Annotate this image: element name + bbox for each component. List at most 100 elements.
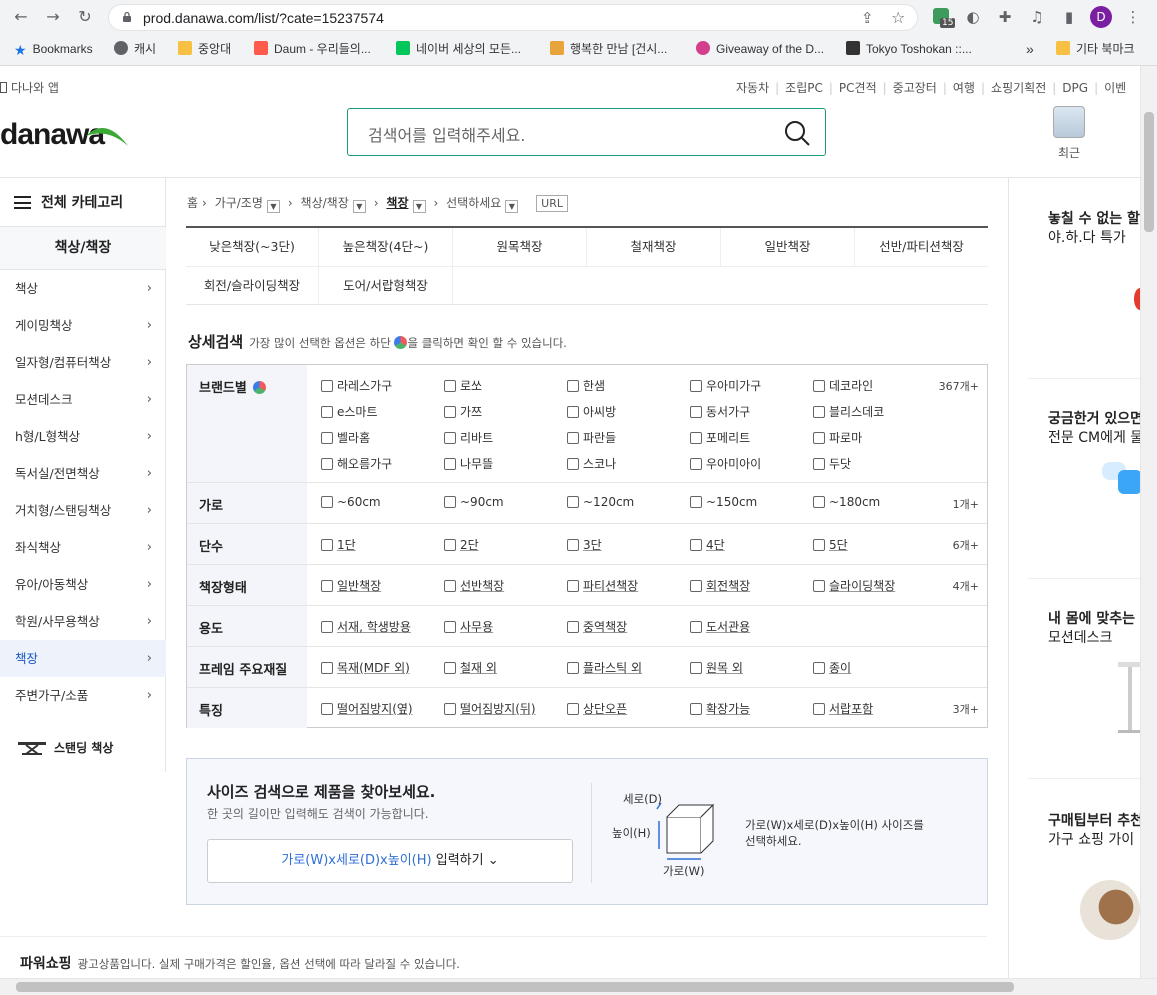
checkbox[interactable] — [321, 621, 333, 633]
subcategory-link[interactable]: 회전/슬라이딩책장 — [186, 267, 319, 305]
filter-option[interactable]: 선반책장 — [444, 577, 504, 594]
reload-icon[interactable]: ↻ — [74, 6, 96, 28]
checkbox[interactable] — [567, 580, 579, 592]
checkbox[interactable] — [813, 458, 825, 470]
checkbox[interactable] — [690, 539, 702, 551]
bookmarks-more-button[interactable]: » — [1026, 40, 1034, 58]
filter-option[interactable]: e스마트 — [321, 403, 378, 420]
bookmark-item[interactable]: 중앙대 — [178, 40, 231, 58]
subcategory-link[interactable]: 도어/서랍형책장 — [319, 267, 453, 305]
filter-option[interactable]: 두닷 — [813, 455, 851, 472]
subcategory-link[interactable]: 철재책장 — [587, 228, 721, 266]
checkbox[interactable] — [567, 539, 579, 551]
filter-option[interactable]: 슬라이딩책장 — [813, 577, 895, 594]
filter-option[interactable]: 종이 — [813, 659, 851, 676]
subcategory-link[interactable]: 선반/파티션책장 — [855, 228, 988, 266]
sidebar-item[interactable]: 책상 › — [0, 270, 166, 307]
checkbox[interactable] — [321, 432, 333, 444]
checkbox[interactable] — [567, 662, 579, 674]
checkbox[interactable] — [444, 539, 456, 551]
filter-option[interactable]: ~60cm — [321, 495, 381, 509]
filter-option[interactable]: 원목 외 — [690, 659, 743, 676]
subcategory-link[interactable]: 낮은책장(~3단) — [186, 228, 319, 266]
checkbox[interactable] — [444, 580, 456, 592]
chevron-down-icon[interactable]: ▼ — [352, 200, 366, 213]
filter-option[interactable]: ~150cm — [690, 495, 757, 509]
filter-more-button[interactable]: 367개+ — [939, 378, 979, 394]
checkbox[interactable] — [690, 580, 702, 592]
filter-option[interactable]: 사무용 — [444, 618, 493, 635]
sidebar-item[interactable]: 모션데스크 › — [0, 381, 166, 418]
checkbox[interactable] — [690, 496, 702, 508]
url-copy-button[interactable]: URL — [536, 195, 568, 212]
util-link[interactable]: PC견적 — [839, 81, 877, 95]
checkbox[interactable] — [690, 621, 702, 633]
checkbox[interactable] — [567, 621, 579, 633]
menu-icon[interactable]: ⋮ — [1124, 8, 1142, 26]
checkbox[interactable] — [321, 662, 333, 674]
breadcrumb-l1[interactable]: 가구/조명 — [215, 196, 263, 210]
address-bar[interactable]: prod.danawa.com/list/?cate=15237574 ⇪ ☆ — [108, 4, 918, 31]
sidebar-item[interactable]: 유아/아동책상 › — [0, 566, 166, 603]
util-link[interactable]: 쇼핑기획전 — [991, 81, 1046, 95]
sidepanel-icon[interactable]: ▮ — [1060, 8, 1078, 26]
checkbox[interactable] — [813, 703, 825, 715]
promo-banner-2[interactable]: 궁금한거 있으면 전문 CM에게 물 — [1048, 410, 1140, 448]
share-icon[interactable]: ⇪ — [861, 9, 874, 27]
checkbox[interactable] — [813, 432, 825, 444]
app-link[interactable]: 다나와 앱 — [0, 79, 59, 96]
vertical-scrollbar[interactable] — [1140, 66, 1157, 978]
checkbox[interactable] — [321, 458, 333, 470]
sidebar-item[interactable]: 주변가구/소품 › — [0, 677, 166, 714]
bookmark-item[interactable]: Daum - 우리들의... — [254, 40, 371, 58]
filter-option[interactable]: 스코나 — [567, 455, 616, 472]
all-categories-button[interactable]: 전체 카테고리 — [14, 192, 123, 212]
checkbox[interactable] — [567, 406, 579, 418]
filter-option[interactable]: 서랍포함 — [813, 700, 873, 717]
size-input-button[interactable]: 가로(W)x세로(D)x높이(H) 입력하기 ⌄ — [207, 839, 573, 883]
util-link[interactable]: 자동차 — [736, 81, 769, 95]
checkbox[interactable] — [321, 496, 333, 508]
checkbox[interactable] — [813, 580, 825, 592]
checkbox[interactable] — [444, 432, 456, 444]
breadcrumb-home[interactable]: 홈 — [187, 196, 198, 210]
filter-option[interactable]: 2단 — [444, 536, 479, 553]
filter-option[interactable]: 도서관용 — [690, 618, 750, 635]
filter-option[interactable]: 파로마 — [813, 429, 862, 446]
bookmark-item[interactable]: Giveaway of the D... — [696, 40, 824, 58]
scroll-thumb[interactable] — [16, 982, 1014, 992]
filter-more-button[interactable]: 1개+ — [953, 496, 979, 512]
filter-option[interactable]: 리바트 — [444, 429, 493, 446]
util-link[interactable]: DPG — [1062, 81, 1088, 95]
checkbox[interactable] — [567, 703, 579, 715]
back-icon[interactable]: ← — [10, 6, 32, 28]
checkbox[interactable] — [444, 406, 456, 418]
checkbox[interactable] — [444, 621, 456, 633]
checkbox[interactable] — [567, 380, 579, 392]
filter-option[interactable]: 동서가구 — [690, 403, 750, 420]
filter-option[interactable]: 가쯔 — [444, 403, 482, 420]
filter-option[interactable]: 확장가능 — [690, 700, 750, 717]
profile-avatar[interactable]: D — [1090, 6, 1112, 28]
horizontal-scrollbar[interactable] — [0, 978, 1157, 995]
filter-option[interactable]: 중역책장 — [567, 618, 627, 635]
util-link[interactable]: 여행 — [953, 81, 975, 95]
filter-option[interactable]: 파티션책장 — [567, 577, 638, 594]
checkbox[interactable] — [813, 380, 825, 392]
subcategory-link[interactable]: 원목책장 — [453, 228, 587, 266]
filter-option[interactable]: ~90cm — [444, 495, 504, 509]
checkbox[interactable] — [321, 406, 333, 418]
filter-option[interactable]: 3단 — [567, 536, 602, 553]
filter-option[interactable]: 벨라홈 — [321, 429, 370, 446]
checkbox[interactable] — [321, 539, 333, 551]
checkbox[interactable] — [690, 703, 702, 715]
filter-option[interactable]: 4단 — [690, 536, 725, 553]
other-bookmarks[interactable]: 기타 북마크 — [1056, 40, 1135, 58]
sidebar-item[interactable]: 일자형/컴퓨터책상 › — [0, 344, 166, 381]
filter-option[interactable]: 우아미가구 — [690, 377, 761, 394]
breadcrumb-l3[interactable]: 책장 — [386, 196, 408, 210]
checkbox[interactable] — [690, 432, 702, 444]
media-icon[interactable]: ♫ — [1028, 8, 1046, 26]
checkbox[interactable] — [690, 380, 702, 392]
filter-option[interactable]: 5단 — [813, 536, 848, 553]
